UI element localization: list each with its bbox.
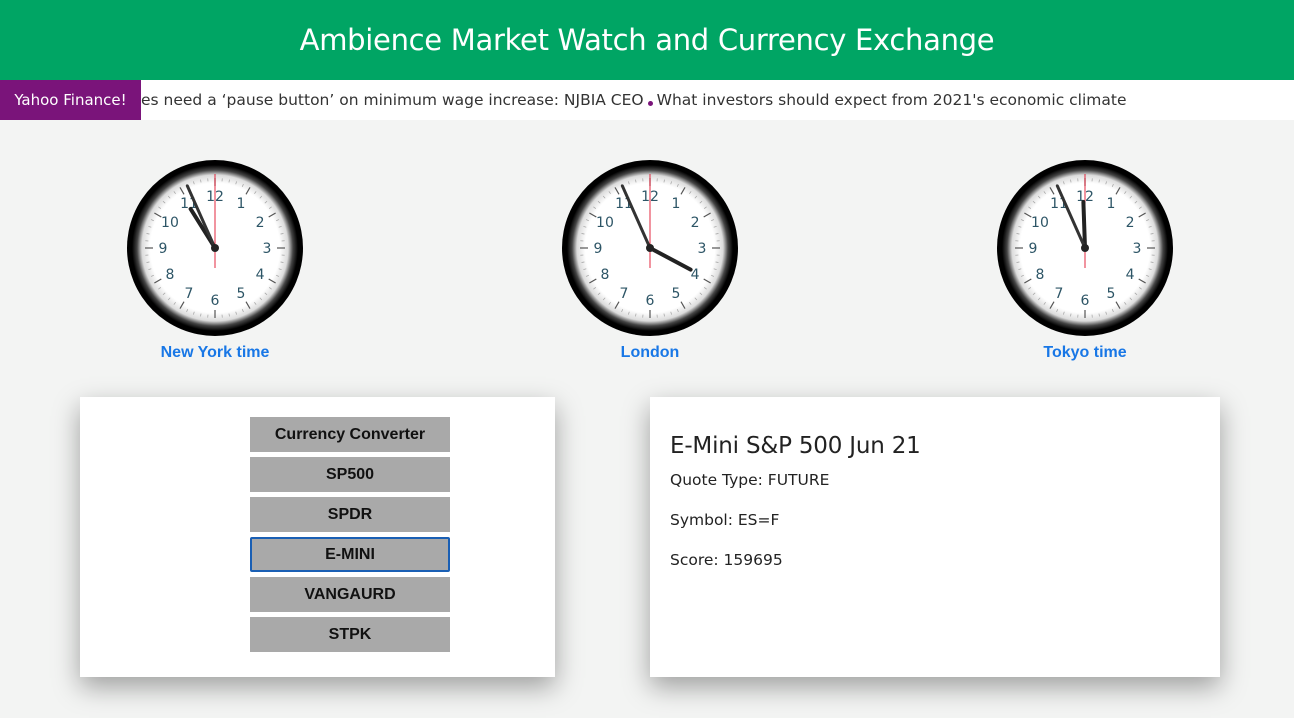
analog-clock: 1234567891011 12 [127, 160, 303, 336]
spdr-button[interactable]: SPDR [250, 497, 450, 532]
clock-numeral: 7 [620, 286, 629, 302]
quote-detail: E-Mini S&P 500 Jun 21 Quote Type: FUTURE… [670, 433, 921, 591]
clock-numeral: 5 [237, 286, 246, 302]
quote-score: Score: 159695 [670, 551, 783, 569]
clock-numeral: 10 [1031, 215, 1049, 231]
clock-center-pin [211, 244, 219, 252]
clock-numeral: 4 [256, 267, 265, 283]
clock-numeral: 1 [1107, 196, 1116, 212]
clock-center-pin [646, 244, 654, 252]
clock-numeral: 3 [1133, 241, 1142, 257]
currency-converter-button[interactable]: Currency Converter [250, 417, 450, 452]
clock-numeral: 2 [256, 215, 265, 231]
market-button-list: Currency Converter SP500 SPDR E-MINI VAN… [250, 417, 450, 657]
clock-numeral: 6 [1081, 293, 1090, 309]
ticker-separator-dot [647, 100, 653, 106]
clock-numeral: 10 [161, 215, 179, 231]
quote-title: E-Mini S&P 500 Jun 21 [670, 433, 921, 459]
clock-numeral: 9 [1029, 241, 1038, 257]
analog-clock: 1234567891011 12 [997, 160, 1173, 336]
clock-numeral: 6 [211, 293, 220, 309]
clock-caption: New York time [160, 344, 270, 361]
quote-symbol: Symbol: ES=F [670, 511, 780, 529]
clock-numeral: 1 [237, 196, 246, 212]
news-ticker: es need a ‘pause button’ on minimum wage… [0, 80, 1294, 120]
clock-numeral: 7 [185, 286, 194, 302]
vanguard-button[interactable]: VANGAURD [250, 577, 450, 612]
ticker-track: es need a ‘pause button’ on minimum wage… [141, 80, 1127, 120]
clock-numeral: 4 [1126, 267, 1135, 283]
sp500-button[interactable]: SP500 [250, 457, 450, 492]
clock-numeral: 3 [263, 241, 272, 257]
clock-center-pin [1081, 244, 1089, 252]
ticker-item[interactable]: What investors should expect from 2021's… [657, 91, 1127, 109]
clock-london: 1 2 3 4 5 6 7 8 9 10 11 12 London [562, 160, 738, 362]
clock-numeral: 8 [601, 267, 610, 283]
clock-numeral: 5 [1107, 286, 1116, 302]
clock-tokyo: 1 2 3 4 5 6 7 8 9 10 11 12 Tokyo time [997, 160, 1173, 362]
clock-numeral: 9 [594, 241, 603, 257]
clock-numeral: 7 [1055, 286, 1064, 302]
e-mini-button[interactable]: E-MINI [250, 537, 450, 572]
clock-numeral: 2 [691, 215, 700, 231]
ticker-item[interactable]: es need a ‘pause button’ on minimum wage… [141, 91, 644, 109]
analog-clock: 1234567891011 12 [562, 160, 738, 336]
clock-numeral: 5 [672, 286, 681, 302]
clock-caption: Tokyo time [1043, 344, 1127, 361]
clock-hour-hand [1081, 200, 1087, 250]
clock-numeral: 8 [1036, 267, 1045, 283]
stpk-button[interactable]: STPK [250, 617, 450, 652]
clock-numeral: 3 [698, 241, 707, 257]
clock-numeral: 10 [596, 215, 614, 231]
clock-numeral: 9 [159, 241, 168, 257]
clock-numeral: 8 [166, 267, 175, 283]
quote-type: Quote Type: FUTURE [670, 471, 830, 489]
clock-caption: London [620, 344, 680, 361]
clock-numeral: 2 [1126, 215, 1135, 231]
market-menu-panel: Currency Converter SP500 SPDR E-MINI VAN… [80, 397, 555, 677]
app-header: Ambience Market Watch and Currency Excha… [0, 0, 1294, 80]
clock-numeral: 6 [646, 293, 655, 309]
page-title: Ambience Market Watch and Currency Excha… [299, 23, 995, 57]
ticker-source-label: Yahoo Finance! [0, 80, 141, 120]
clock-new-york: 1 2 3 4 5 6 7 8 9 10 11 12 New York time [127, 160, 303, 362]
quote-detail-panel: E-Mini S&P 500 Jun 21 Quote Type: FUTURE… [650, 397, 1220, 677]
clock-numeral: 1 [672, 196, 681, 212]
